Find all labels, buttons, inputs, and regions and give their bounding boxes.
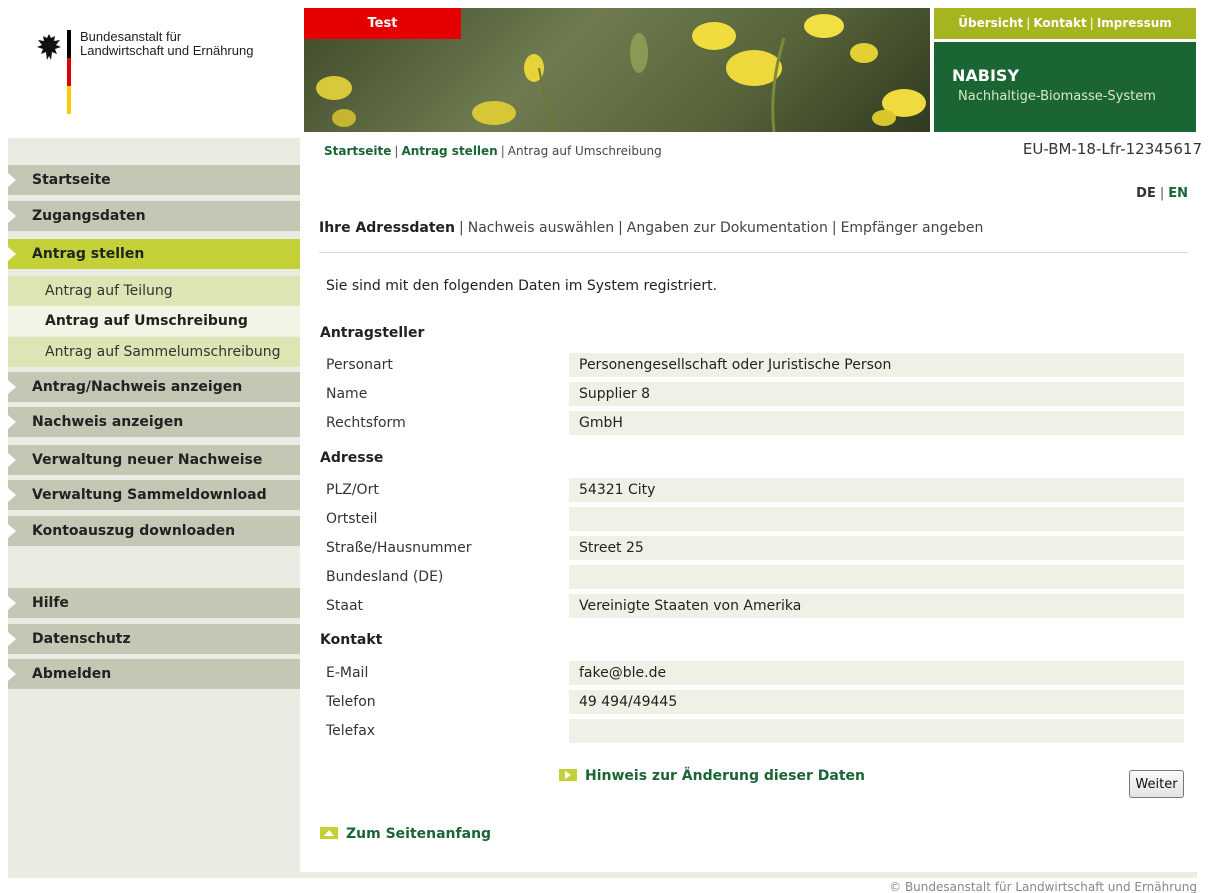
app-subtitle: Nachhaltige-Biomasse-System	[958, 89, 1156, 104]
field-label: Rechtsform	[326, 415, 406, 431]
top-nav-impressum[interactable]: Impressum	[1097, 16, 1172, 30]
arrow-right-icon	[8, 380, 16, 394]
logo-text: Bundesanstalt für Landwirtschaft und Ern…	[80, 29, 254, 58]
sidebar-item-antrag-stellen[interactable]: Antrag stellen	[8, 239, 300, 269]
field-value-telefax	[569, 719, 1184, 743]
step-dokumentation: Angaben zur Dokumentation	[626, 220, 828, 236]
arrow-right-icon	[8, 524, 16, 538]
field-value-ortsteil	[569, 507, 1184, 531]
weiter-button[interactable]: Weiter	[1129, 770, 1184, 798]
arrow-right-icon	[8, 209, 16, 223]
arrow-up-icon	[320, 827, 338, 839]
field-value-email: fake@ble.de	[569, 661, 1184, 685]
top-navigation: Übersicht | Kontakt | Impressum	[934, 8, 1196, 39]
sidebar-navigation: Startseite Zugangsdaten Antrag stellen A…	[8, 160, 300, 872]
breadcrumb-antrag-stellen[interactable]: Antrag stellen	[401, 144, 497, 158]
breadcrumb: Startseite | Antrag stellen | Antrag auf Ums…	[324, 144, 662, 158]
field-label: Straße/Hausnummer	[326, 540, 472, 556]
arrow-right-icon	[559, 769, 577, 781]
sidebar-item-datenschutz[interactable]: Datenschutz	[8, 624, 300, 654]
field-row-rechtsform: Rechtsform GmbH	[326, 411, 1184, 435]
footer-bar	[8, 872, 1197, 878]
arrow-right-icon	[8, 173, 16, 187]
breadcrumb-startseite[interactable]: Startseite	[324, 144, 391, 158]
field-value-telefon: 49 494/49445	[569, 690, 1184, 714]
arrow-right-icon	[8, 488, 16, 502]
intro-text: Sie sind mit den folgenden Daten im Syst…	[326, 278, 718, 294]
sidebar-item-abmelden[interactable]: Abmelden	[8, 659, 300, 689]
field-label: Name	[326, 386, 368, 402]
section-antragsteller: Antragsteller	[320, 325, 425, 341]
sidebar-item-verwaltung-neuer-nachweise[interactable]: Verwaltung neuer Nachweise	[8, 445, 300, 475]
lang-en[interactable]: EN	[1168, 186, 1188, 201]
field-label: PLZ/Ort	[326, 482, 379, 498]
field-value-plz-ort: 54321 City	[569, 478, 1184, 502]
back-to-top-link[interactable]: Zum Seitenanfang	[320, 826, 491, 842]
main-content: DE | EN Ihre Adressdaten | Nachweis auswähle…	[304, 160, 1197, 872]
field-value-strasse: Street 25	[569, 536, 1184, 560]
hint-change-data-link[interactable]: Hinweis zur Änderung dieser Daten	[559, 768, 865, 784]
field-row-telefon: Telefon 49 494/49445	[326, 690, 1184, 714]
top-nav-kontakt[interactable]: Kontakt	[1033, 16, 1086, 30]
arrow-right-icon	[8, 596, 16, 610]
german-flag-stripe	[67, 30, 71, 114]
field-label: Personart	[326, 357, 393, 373]
field-value-bundesland	[569, 565, 1184, 589]
divider	[319, 252, 1188, 253]
ble-logo[interactable]: Bundesanstalt für Landwirtschaft und Ern…	[36, 22, 296, 122]
field-value-name: Supplier 8	[569, 382, 1184, 406]
step-adressdaten: Ihre Adressdaten	[319, 220, 455, 236]
field-row-bundesland: Bundesland (DE)	[326, 565, 1184, 589]
arrow-right-icon	[8, 632, 16, 646]
step-nachweis-auswaehlen: Nachweis auswählen	[467, 220, 615, 236]
field-row-email: E-Mail fake@ble.de	[326, 661, 1184, 685]
account-id: EU-BM-18-Lfr-12345617	[1022, 140, 1202, 158]
language-switcher: DE | EN	[1136, 186, 1188, 201]
arrow-right-icon	[8, 453, 16, 467]
sidebar-item-hilfe[interactable]: Hilfe	[8, 588, 300, 618]
field-row-strasse: Straße/Hausnummer Street 25	[326, 536, 1184, 560]
top-nav-uebersicht[interactable]: Übersicht	[958, 16, 1023, 30]
sidebar-item-verwaltung-sammeldownload[interactable]: Verwaltung Sammeldownload	[8, 480, 300, 510]
field-row-plz-ort: PLZ/Ort 54321 City	[326, 478, 1184, 502]
test-environment-badge: Test	[304, 8, 461, 39]
field-value-personart: Personengesellschaft oder Juristische Pe…	[569, 353, 1184, 377]
wizard-steps: Ihre Adressdaten | Nachweis auswählen | Anga…	[319, 220, 984, 236]
sidebar-item-zugangsdaten[interactable]: Zugangsdaten	[8, 201, 300, 231]
sidebar-subitem-umschreibung[interactable]: Antrag auf Umschreibung	[8, 306, 300, 336]
field-row-ortsteil: Ortsteil	[326, 507, 1184, 531]
field-label: Staat	[326, 598, 364, 614]
field-label: Telefon	[326, 694, 376, 710]
arrow-right-icon	[8, 667, 16, 681]
sidebar-item-kontoauszug[interactable]: Kontoauszug downloaden	[8, 516, 300, 546]
field-row-name: Name Supplier 8	[326, 382, 1184, 406]
breadcrumb-current: Antrag auf Umschreibung	[507, 144, 662, 158]
federal-eagle-icon	[37, 34, 61, 60]
sidebar-item-nachweis-anzeigen[interactable]: Nachweis anzeigen	[8, 407, 300, 437]
sidebar-item-startseite[interactable]: Startseite	[8, 165, 300, 195]
field-label: Bundesland (DE)	[326, 569, 444, 585]
step-empfaenger: Empfänger angeben	[840, 220, 984, 236]
field-label: E-Mail	[326, 665, 369, 681]
field-row-telefax: Telefax	[326, 719, 1184, 743]
app-title-box: NABISY Nachhaltige-Biomasse-System	[934, 42, 1196, 132]
app-name: NABISY	[952, 66, 1020, 85]
copyright-text: © Bundesanstalt für Landwirtschaft und E…	[889, 880, 1197, 893]
field-label: Ortsteil	[326, 511, 378, 527]
lang-de[interactable]: DE	[1136, 186, 1156, 201]
breadcrumb-bar: Startseite | Antrag stellen | Antrag auf Ums…	[0, 138, 1209, 160]
sidebar-subitem-sammelumschreibung[interactable]: Antrag auf Sammelumschreibung	[8, 337, 300, 367]
field-value-rechtsform: GmbH	[569, 411, 1184, 435]
section-adresse: Adresse	[320, 450, 384, 466]
arrow-right-icon	[8, 415, 16, 429]
field-label: Telefax	[326, 723, 376, 739]
field-value-staat: Vereinigte Staaten von Amerika	[569, 594, 1184, 618]
field-row-staat: Staat Vereinigte Staaten von Amerika	[326, 594, 1184, 618]
field-row-personart: Personart Personengesellschaft oder Juri…	[326, 353, 1184, 377]
sidebar-subitem-teilung[interactable]: Antrag auf Teilung	[8, 276, 300, 306]
sidebar-item-antrag-nachweis-anzeigen[interactable]: Antrag/Nachweis anzeigen	[8, 372, 300, 402]
arrow-right-icon	[8, 247, 16, 261]
section-kontakt: Kontakt	[320, 632, 383, 648]
